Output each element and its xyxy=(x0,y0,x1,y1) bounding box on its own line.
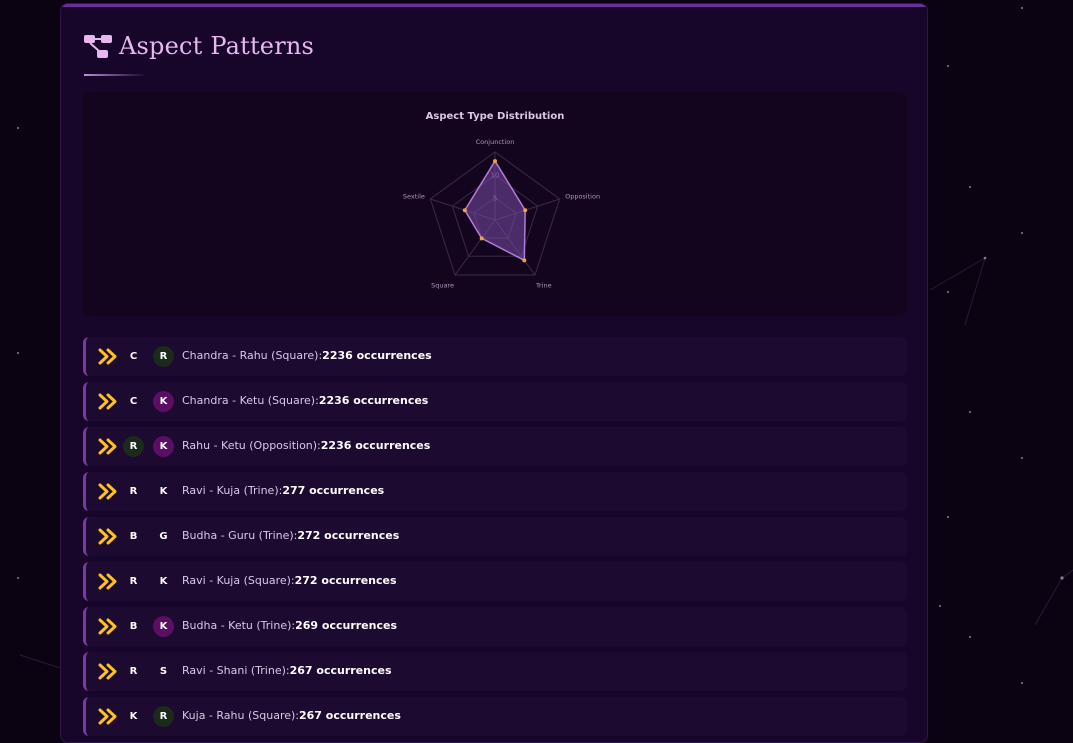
axis-label-opposition: Opposition xyxy=(565,192,600,200)
panel-header: Aspect Patterns xyxy=(83,32,314,60)
chart-title: Aspect Type Distribution xyxy=(426,111,565,122)
planet-badge: C xyxy=(129,396,138,407)
double-chevron-right-icon xyxy=(98,663,117,680)
planet-badge: K xyxy=(153,391,174,412)
aspect-count: 269 occurrences xyxy=(295,619,397,632)
radar-series-area xyxy=(463,159,526,262)
aspect-row[interactable]: R K Ravi - Kuja (Square):272 occurrences xyxy=(83,562,907,601)
planet-badge: R xyxy=(153,346,174,367)
aspect-patterns-panel: Aspect Patterns Aspect Type Distribution… xyxy=(60,3,928,743)
aspect-text: Budha - Guru (Trine):272 occurrences xyxy=(182,529,399,542)
axis-label-square: Square xyxy=(431,282,454,290)
aspect-row[interactable]: R S Ravi - Shani (Trine):267 occurrences xyxy=(83,652,907,691)
aspect-text: Budha - Ketu (Trine):269 occurrences xyxy=(182,619,397,632)
double-chevron-right-icon xyxy=(98,348,117,365)
double-chevron-right-icon xyxy=(98,438,117,455)
planet-badge: B xyxy=(129,621,138,632)
double-chevron-right-icon xyxy=(98,483,117,500)
aspect-row[interactable]: C K Chandra - Ketu (Square):2236 occurrenc… xyxy=(83,382,907,421)
aspect-label: Budha - Guru (Trine): xyxy=(182,529,298,542)
planet-badge: K xyxy=(129,711,138,722)
double-chevron-right-icon xyxy=(98,573,117,590)
radar-point-trine xyxy=(522,258,527,263)
aspect-row[interactable]: R K Ravi - Kuja (Trine):277 occurrences xyxy=(83,472,907,511)
aspect-label: Budha - Ketu (Trine): xyxy=(182,619,296,632)
axis-label-sextile: Sextile xyxy=(403,192,425,200)
axis-label-conjunction: Conjunction xyxy=(476,138,515,146)
radar-chart: Aspect Type Distribution510ConjunctionOp… xyxy=(403,111,600,290)
aspect-row[interactable]: B K Budha - Ketu (Trine):269 occurrences xyxy=(83,607,907,646)
aspect-row[interactable]: B G Budha - Guru (Trine):272 occurrences xyxy=(83,517,907,556)
radar-point-opposition xyxy=(523,208,528,213)
aspect-count: 2236 occurrences xyxy=(322,349,432,362)
aspect-text: Ravi - Kuja (Trine):277 occurrences xyxy=(182,484,384,497)
aspect-count: 267 occurrences xyxy=(289,664,392,677)
double-chevron-right-icon xyxy=(98,393,117,410)
planet-badge: R xyxy=(129,576,138,587)
planet-badge: G xyxy=(159,531,168,542)
radar-point-sextile xyxy=(462,208,467,213)
planet-badge: K xyxy=(153,616,174,637)
aspect-text: Chandra - Ketu (Square):2236 occurrences xyxy=(182,394,428,407)
aspect-label: Ravi - Kuja (Trine): xyxy=(182,484,283,497)
planet-badge: R xyxy=(129,486,138,497)
aspect-text: Ravi - Shani (Trine):267 occurrences xyxy=(182,664,392,677)
aspect-distribution-chart: Aspect Type Distribution510ConjunctionOp… xyxy=(83,92,907,316)
aspect-text: Kuja - Rahu (Square):267 occurrences xyxy=(182,709,401,722)
aspect-count: 267 occurrences xyxy=(299,709,401,722)
aspect-text: Chandra - Rahu (Square):2236 occurrences xyxy=(182,349,432,362)
aspect-text: Ravi - Kuja (Square):272 occurrences xyxy=(182,574,397,587)
aspect-count: 272 occurrences xyxy=(297,529,400,542)
planet-badge: R xyxy=(153,706,174,727)
double-chevron-right-icon xyxy=(98,708,117,725)
aspect-count: 2236 occurrences xyxy=(320,439,431,452)
planet-badge: R xyxy=(129,666,138,677)
planet-badge: R xyxy=(123,436,144,457)
aspect-row[interactable]: K R Kuja - Rahu (Square):267 occurrences xyxy=(83,697,907,736)
planet-badge: K xyxy=(153,436,174,457)
double-chevron-right-icon xyxy=(98,618,117,635)
radar-point-square xyxy=(479,236,484,241)
network-nodes-icon xyxy=(84,35,112,58)
page-title: Aspect Patterns xyxy=(119,32,315,60)
aspect-row[interactable]: C R Chandra - Rahu (Square):2236 occurrenc… xyxy=(83,337,907,376)
planet-badge: S xyxy=(159,666,168,677)
aspect-count: 272 occurrences xyxy=(294,574,397,587)
aspect-label: Chandra - Ketu (Square): xyxy=(182,394,319,407)
aspect-text: Rahu - Ketu (Opposition):2236 occurrence… xyxy=(182,439,430,452)
aspect-list: C R Chandra - Rahu (Square):2236 occurrenc… xyxy=(83,337,907,742)
title-underline xyxy=(84,74,146,76)
aspect-count: 2236 occurrences xyxy=(318,394,429,407)
double-chevron-right-icon xyxy=(98,528,117,545)
planet-badge: K xyxy=(159,576,168,587)
aspect-row[interactable]: R K Rahu - Ketu (Opposition):2236 occurren… xyxy=(83,427,907,466)
aspect-count: 277 occurrences xyxy=(282,484,385,497)
radar-point-conjunction xyxy=(493,159,497,164)
aspect-label: Ravi - Kuja (Square): xyxy=(182,574,295,587)
planet-badge: K xyxy=(159,486,168,497)
aspect-label: Kuja - Rahu (Square): xyxy=(182,709,299,722)
axis-label-trine: Trine xyxy=(535,282,552,290)
aspect-label: Rahu - Ketu (Opposition): xyxy=(182,439,321,452)
panel-accent-bar xyxy=(61,4,927,7)
aspect-label: Chandra - Rahu (Square): xyxy=(182,349,323,362)
aspect-label: Ravi - Shani (Trine): xyxy=(182,664,290,677)
planet-badge: B xyxy=(129,531,138,542)
planet-badge: C xyxy=(129,351,138,362)
